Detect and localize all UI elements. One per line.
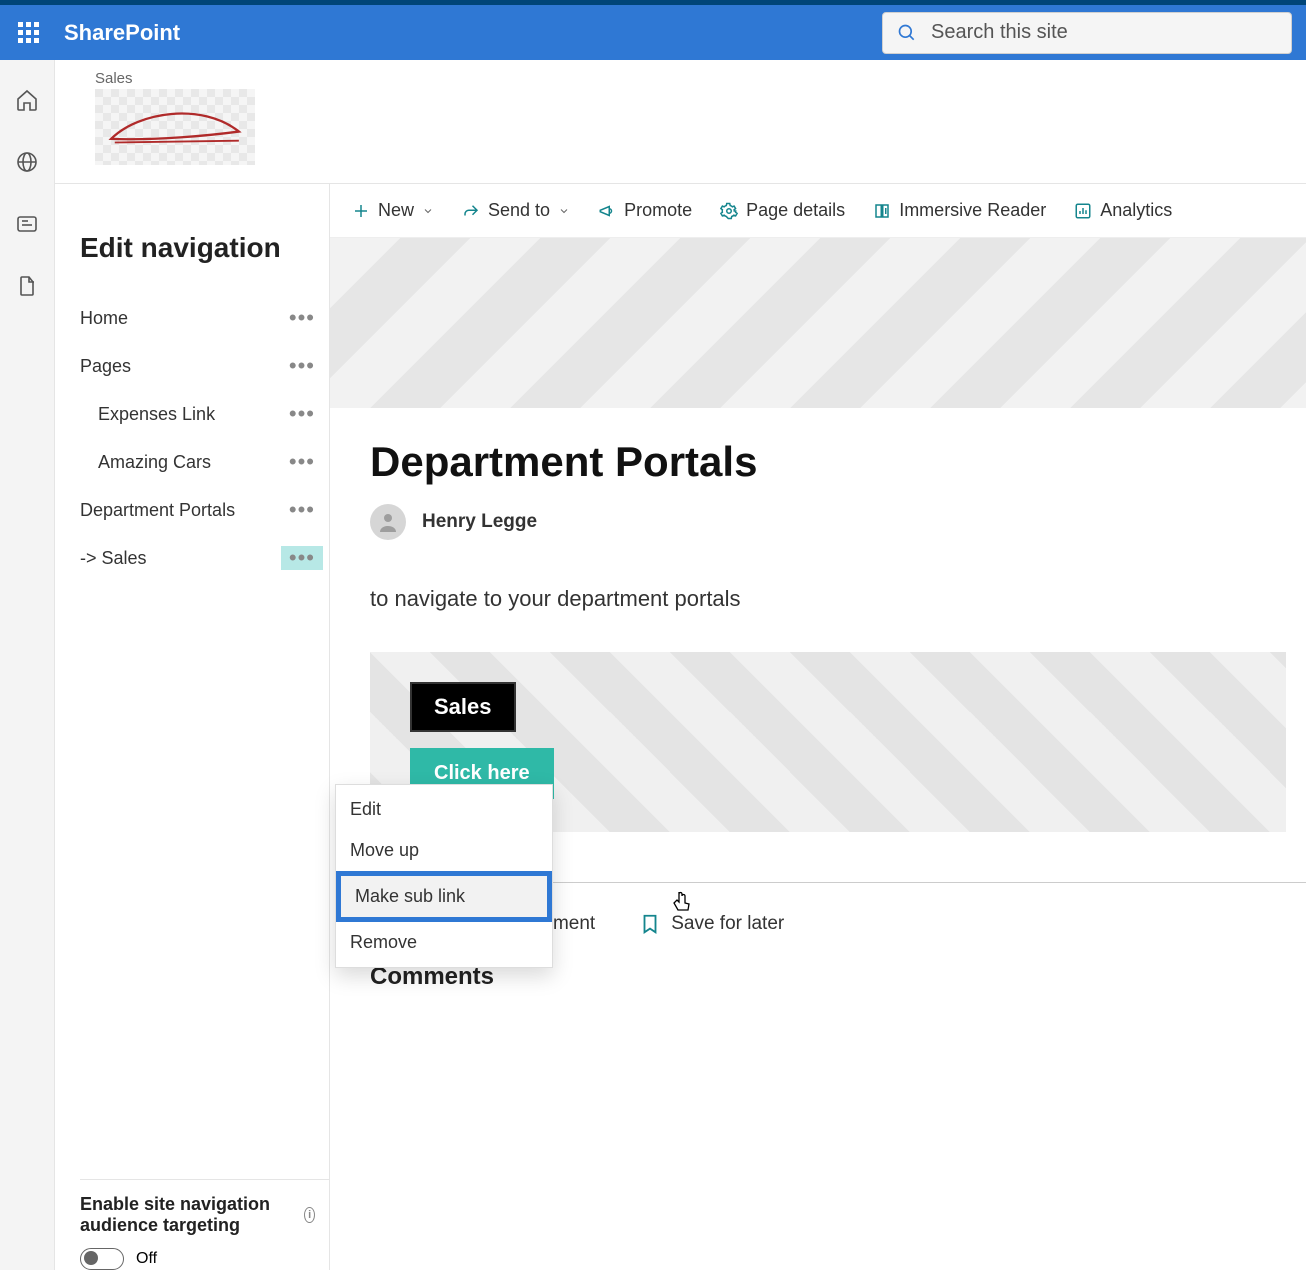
nav-item-label: Amazing Cars — [98, 452, 211, 473]
more-icon[interactable]: ••• — [281, 546, 323, 570]
page-content: New Send to Promote Page details — [330, 184, 1306, 1270]
context-menu-remove[interactable]: Remove — [336, 922, 552, 963]
send-to-button[interactable]: Send to — [462, 200, 570, 221]
analytics-button[interactable]: Analytics — [1074, 200, 1172, 221]
search-icon — [897, 22, 917, 44]
page-author: Henry Legge — [370, 504, 1286, 540]
bookmark-icon — [639, 913, 661, 935]
app-rail — [0, 60, 55, 1270]
more-icon[interactable]: ••• — [281, 306, 323, 330]
author-name: Henry Legge — [422, 511, 537, 533]
audience-targeting-toggle[interactable] — [80, 1248, 124, 1270]
more-icon[interactable]: ••• — [281, 354, 323, 378]
chevron-down-icon — [422, 205, 434, 217]
file-icon[interactable] — [15, 274, 39, 298]
reader-icon — [873, 202, 891, 220]
chevron-down-icon — [558, 205, 570, 217]
context-menu-edit[interactable]: Edit — [336, 789, 552, 830]
context-menu-make-sub-link[interactable]: Make sub link — [336, 871, 552, 922]
globe-icon[interactable] — [15, 150, 39, 174]
suite-brand[interactable]: SharePoint — [64, 20, 180, 46]
page-hero-image — [330, 238, 1306, 408]
avatar-icon — [370, 504, 406, 540]
nav-item-expenses-link[interactable]: Expenses Link ••• — [80, 390, 329, 438]
nav-item-amazing-cars[interactable]: Amazing Cars ••• — [80, 438, 329, 486]
cursor-pointer-icon — [670, 890, 694, 918]
page-title: Department Portals — [370, 438, 1286, 486]
nav-panel-title: Edit navigation — [80, 232, 329, 264]
new-button[interactable]: New — [352, 200, 434, 221]
nav-item-sales[interactable]: -> Sales ••• — [80, 534, 329, 582]
search-input[interactable] — [931, 21, 1277, 44]
nav-item-context-menu: Edit Move up Make sub link Remove — [335, 784, 553, 968]
nav-item-pages[interactable]: Pages ••• — [80, 342, 329, 390]
home-icon[interactable] — [15, 88, 39, 112]
nav-item-label: Expenses Link — [98, 404, 215, 425]
search-box[interactable] — [882, 12, 1292, 54]
chart-icon — [1074, 202, 1092, 220]
site-name: Sales — [95, 70, 1306, 87]
site-header: Sales — [55, 60, 1306, 184]
toggle-state-label: Off — [136, 1250, 157, 1268]
plus-icon — [352, 202, 370, 220]
audience-targeting-label: Enable site navigation audience targetin… — [80, 1194, 298, 1236]
hero-item-label: Sales — [410, 682, 516, 732]
edit-navigation-panel: Edit navigation Home ••• Pages ••• Expen… — [55, 184, 330, 1270]
nav-item-label: Home — [80, 308, 128, 329]
context-menu-move-up[interactable]: Move up — [336, 830, 552, 871]
nav-item-label: Department Portals — [80, 500, 235, 521]
news-icon[interactable] — [15, 212, 39, 236]
nav-item-department-portals[interactable]: Department Portals ••• — [80, 486, 329, 534]
save-for-later-button[interactable]: Save for later — [639, 913, 784, 935]
gear-icon — [720, 202, 738, 220]
nav-item-label: Pages — [80, 356, 131, 377]
more-icon[interactable]: ••• — [281, 402, 323, 426]
page-description: to navigate to your department portals — [370, 586, 1286, 612]
suite-bar: SharePoint — [0, 5, 1306, 60]
nav-item-label: -> Sales — [80, 548, 147, 569]
app-launcher-icon[interactable] — [14, 19, 42, 47]
nav-panel-footer: Enable site navigation audience targetin… — [80, 1179, 329, 1270]
promote-button[interactable]: Promote — [598, 200, 692, 221]
nav-item-home[interactable]: Home ••• — [80, 294, 329, 342]
immersive-reader-button[interactable]: Immersive Reader — [873, 200, 1046, 221]
site-logo[interactable] — [95, 89, 255, 165]
more-icon[interactable]: ••• — [281, 498, 323, 522]
megaphone-icon — [598, 202, 616, 220]
info-icon[interactable]: i — [304, 1207, 315, 1223]
command-bar: New Send to Promote Page details — [330, 184, 1306, 238]
share-icon — [462, 202, 480, 220]
page-details-button[interactable]: Page details — [720, 200, 845, 221]
more-icon[interactable]: ••• — [281, 450, 323, 474]
